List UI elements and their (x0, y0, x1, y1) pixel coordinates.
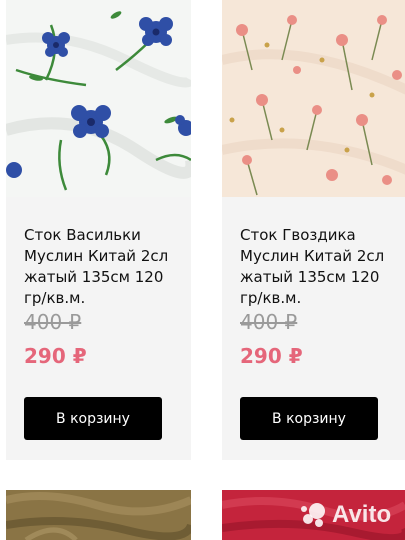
product-info: Сток Гвоздика Муслин Китай 2сл жатый 135… (222, 197, 405, 460)
product-info: Сток Васильки Муслин Китай 2сл жатый 135… (6, 197, 191, 460)
product-image-olive[interactable] (6, 490, 191, 540)
add-to-cart-button[interactable]: В корзину (24, 397, 162, 440)
product-title[interactable]: Сток Васильки Муслин Китай 2сл жатый 135… (24, 225, 184, 309)
avito-watermark: Avito (300, 500, 391, 530)
product-card[interactable]: Сток Васильки Муслин Китай 2сл жатый 135… (6, 0, 191, 460)
avito-logo-icon (301, 503, 325, 527)
old-price: 400 ₽ (24, 310, 82, 334)
product-image-carnation[interactable] (222, 0, 405, 197)
add-to-cart-button[interactable]: В корзину (240, 397, 378, 440)
product-image-cornflower[interactable] (6, 0, 191, 197)
sale-price: 290 ₽ (24, 344, 87, 368)
product-title[interactable]: Сток Гвоздика Муслин Китай 2сл жатый 135… (240, 225, 400, 309)
old-price: 400 ₽ (240, 310, 298, 334)
avito-wordmark: Avito (332, 501, 392, 528)
product-card[interactable]: Сток Гвоздика Муслин Китай 2сл жатый 135… (222, 0, 405, 460)
sale-price: 290 ₽ (240, 344, 303, 368)
